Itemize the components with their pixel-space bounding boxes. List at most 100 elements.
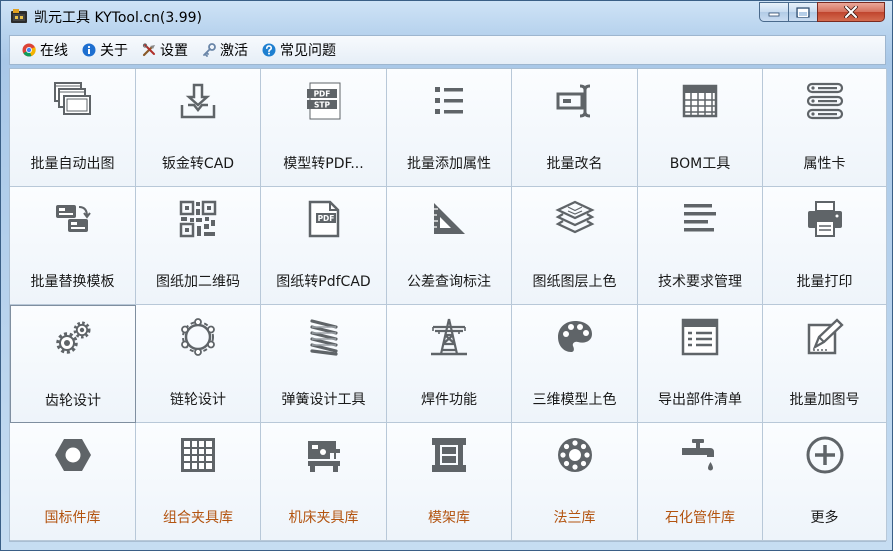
stacked-drawings-icon xyxy=(53,82,91,115)
tool-tile[interactable]: PDF STP 模型转PDF... xyxy=(261,69,387,187)
tool-tile[interactable]: 导出部件清单 xyxy=(638,305,763,423)
tool-tile-label: 批量自动出图 xyxy=(30,156,115,172)
tool-tile-label: 图纸转PdfCAD xyxy=(276,274,371,290)
help-icon xyxy=(262,43,276,57)
tool-tile[interactable]: 技术要求管理 xyxy=(638,187,763,305)
menu-about[interactable]: 关于 xyxy=(76,37,136,63)
tool-tile-label: 钣金转CAD xyxy=(161,156,235,172)
tool-tile-label: 三维模型上色 xyxy=(532,392,617,408)
tool-tile-label: 更多 xyxy=(810,510,839,526)
tool-tile-label: 模型转PDF... xyxy=(283,156,364,172)
tool-tile[interactable]: PDF 图纸转PdfCAD xyxy=(261,187,387,305)
tool-tile[interactable]: 批量加图号 xyxy=(763,305,887,423)
tool-tile-label: BOM工具 xyxy=(669,156,731,172)
tool-tile[interactable]: 批量打印 xyxy=(763,187,887,305)
edit-icon xyxy=(807,318,844,355)
tool-tile[interactable]: 法兰库 xyxy=(512,423,638,541)
bullet-list-icon xyxy=(435,87,463,114)
info-icon xyxy=(82,43,96,57)
menu-label: 常见问题 xyxy=(280,43,336,59)
tool-tile[interactable]: 模架库 xyxy=(387,423,512,541)
menu-online[interactable]: 在线 xyxy=(16,37,76,63)
tool-tile-label: 石化管件库 xyxy=(665,510,735,526)
close-icon xyxy=(844,6,858,18)
tool-tile[interactable]: 图纸图层上色 xyxy=(512,187,638,305)
sprocket-icon xyxy=(181,318,215,356)
menu-label: 在线 xyxy=(40,43,68,59)
tool-tile-label: 技术要求管理 xyxy=(658,274,742,290)
menu-settings[interactable]: 设置 xyxy=(136,37,196,63)
tool-tile[interactable]: 图纸加二维码 xyxy=(136,187,261,305)
qr-code-icon xyxy=(179,200,217,238)
tool-tile[interactable]: 齿轮设计 xyxy=(10,305,136,423)
menu-label: 关于 xyxy=(100,43,128,59)
maximize-button[interactable] xyxy=(788,2,818,22)
tool-grid: 批量自动出图 钣金转CAD PDF STP 模型转PDF... 批量添加属性 批量改名 BOM… xyxy=(9,68,887,542)
text-lines-icon xyxy=(684,204,716,232)
tool-tile-label: 属性卡 xyxy=(803,156,846,172)
tool-tile[interactable]: 批量添加属性 xyxy=(387,69,512,187)
tool-tile[interactable]: 三维模型上色 xyxy=(512,305,638,423)
tool-tile-label: 齿轮设计 xyxy=(45,393,101,409)
tool-tile[interactable]: 属性卡 xyxy=(763,69,887,187)
app-window: 凯元工具 KYTool.cn(3.99) 在线 关于 设置 激活 常见问题 批量… xyxy=(0,0,893,551)
tool-tile-label: 链轮设计 xyxy=(170,392,226,408)
hex-nut-icon xyxy=(54,439,91,471)
svg-text:PDF: PDF xyxy=(317,214,334,223)
tool-tile[interactable]: 组合夹具库 xyxy=(136,423,261,541)
tool-tile[interactable]: 钣金转CAD xyxy=(136,69,261,187)
grid-plate-icon xyxy=(181,438,215,472)
title-bar[interactable]: 凯元工具 KYTool.cn(3.99) xyxy=(1,1,892,31)
tool-tile[interactable]: BOM工具 xyxy=(638,69,763,187)
spring-icon xyxy=(309,319,338,356)
plus-circle-icon xyxy=(806,436,843,474)
tool-tile[interactable]: 石化管件库 xyxy=(638,423,763,541)
tool-tile[interactable]: 国标件库 xyxy=(10,423,136,541)
sheet-metal-icon xyxy=(180,83,216,119)
parts-list-icon xyxy=(681,318,719,356)
menu-label: 激活 xyxy=(220,43,248,59)
app-logo-icon xyxy=(11,9,27,23)
minimize-icon xyxy=(768,12,780,17)
tool-tile[interactable]: 焊件功能 xyxy=(387,305,512,423)
menu-bar: 在线 关于 设置 激活 常见问题 xyxy=(9,35,886,65)
tool-tile-label: 弹簧设计工具 xyxy=(281,392,366,408)
faucet-icon xyxy=(682,439,714,471)
key-icon xyxy=(203,43,216,57)
minimize-button[interactable] xyxy=(759,2,789,22)
property-card-icon xyxy=(806,82,843,120)
pdf-stp-icon: PDF STP xyxy=(306,82,340,120)
tool-tile[interactable]: 批量改名 xyxy=(512,69,638,187)
tool-tile-label: 批量打印 xyxy=(796,274,853,290)
tool-tile-label: 批量替换模板 xyxy=(30,274,115,290)
tool-tile-label: 批量改名 xyxy=(546,156,603,172)
tool-tile-label: 导出部件清单 xyxy=(658,392,742,408)
tool-tile-label: 批量加图号 xyxy=(789,392,860,408)
tool-tile[interactable]: 机床夹具库 xyxy=(261,423,387,541)
set-square-icon xyxy=(434,203,465,234)
flange-icon xyxy=(557,438,592,472)
tool-tile-label: 图纸图层上色 xyxy=(532,274,617,290)
menu-faq[interactable]: 常见问题 xyxy=(256,37,344,63)
tool-tile-label: 国标件库 xyxy=(44,510,101,526)
window-title: 凯元工具 KYTool.cn(3.99) xyxy=(34,10,202,26)
svg-text:STP: STP xyxy=(313,101,330,110)
tool-tile[interactable]: 批量自动出图 xyxy=(10,69,136,187)
bom-table-icon xyxy=(682,84,718,118)
tool-tile[interactable]: 链轮设计 xyxy=(136,305,261,423)
tool-tile[interactable]: 弹簧设计工具 xyxy=(261,305,387,423)
menu-activate[interactable]: 激活 xyxy=(196,37,256,63)
tool-tile[interactable]: 公差查询标注 xyxy=(387,187,512,305)
svg-text:PDF: PDF xyxy=(313,90,330,99)
maximize-icon xyxy=(796,6,810,18)
tool-tile[interactable]: 更多 xyxy=(763,423,887,541)
chrome-icon xyxy=(22,43,36,57)
close-button[interactable] xyxy=(817,2,885,22)
tool-tile-label: 机床夹具库 xyxy=(288,510,359,526)
menu-label: 设置 xyxy=(160,43,188,59)
pdf-document-icon: PDF xyxy=(308,200,339,238)
tool-tile-label: 批量添加属性 xyxy=(407,156,491,172)
tool-tile[interactable]: 批量替换模板 xyxy=(10,187,136,305)
tower-icon xyxy=(431,318,467,356)
rename-icon xyxy=(556,84,590,118)
